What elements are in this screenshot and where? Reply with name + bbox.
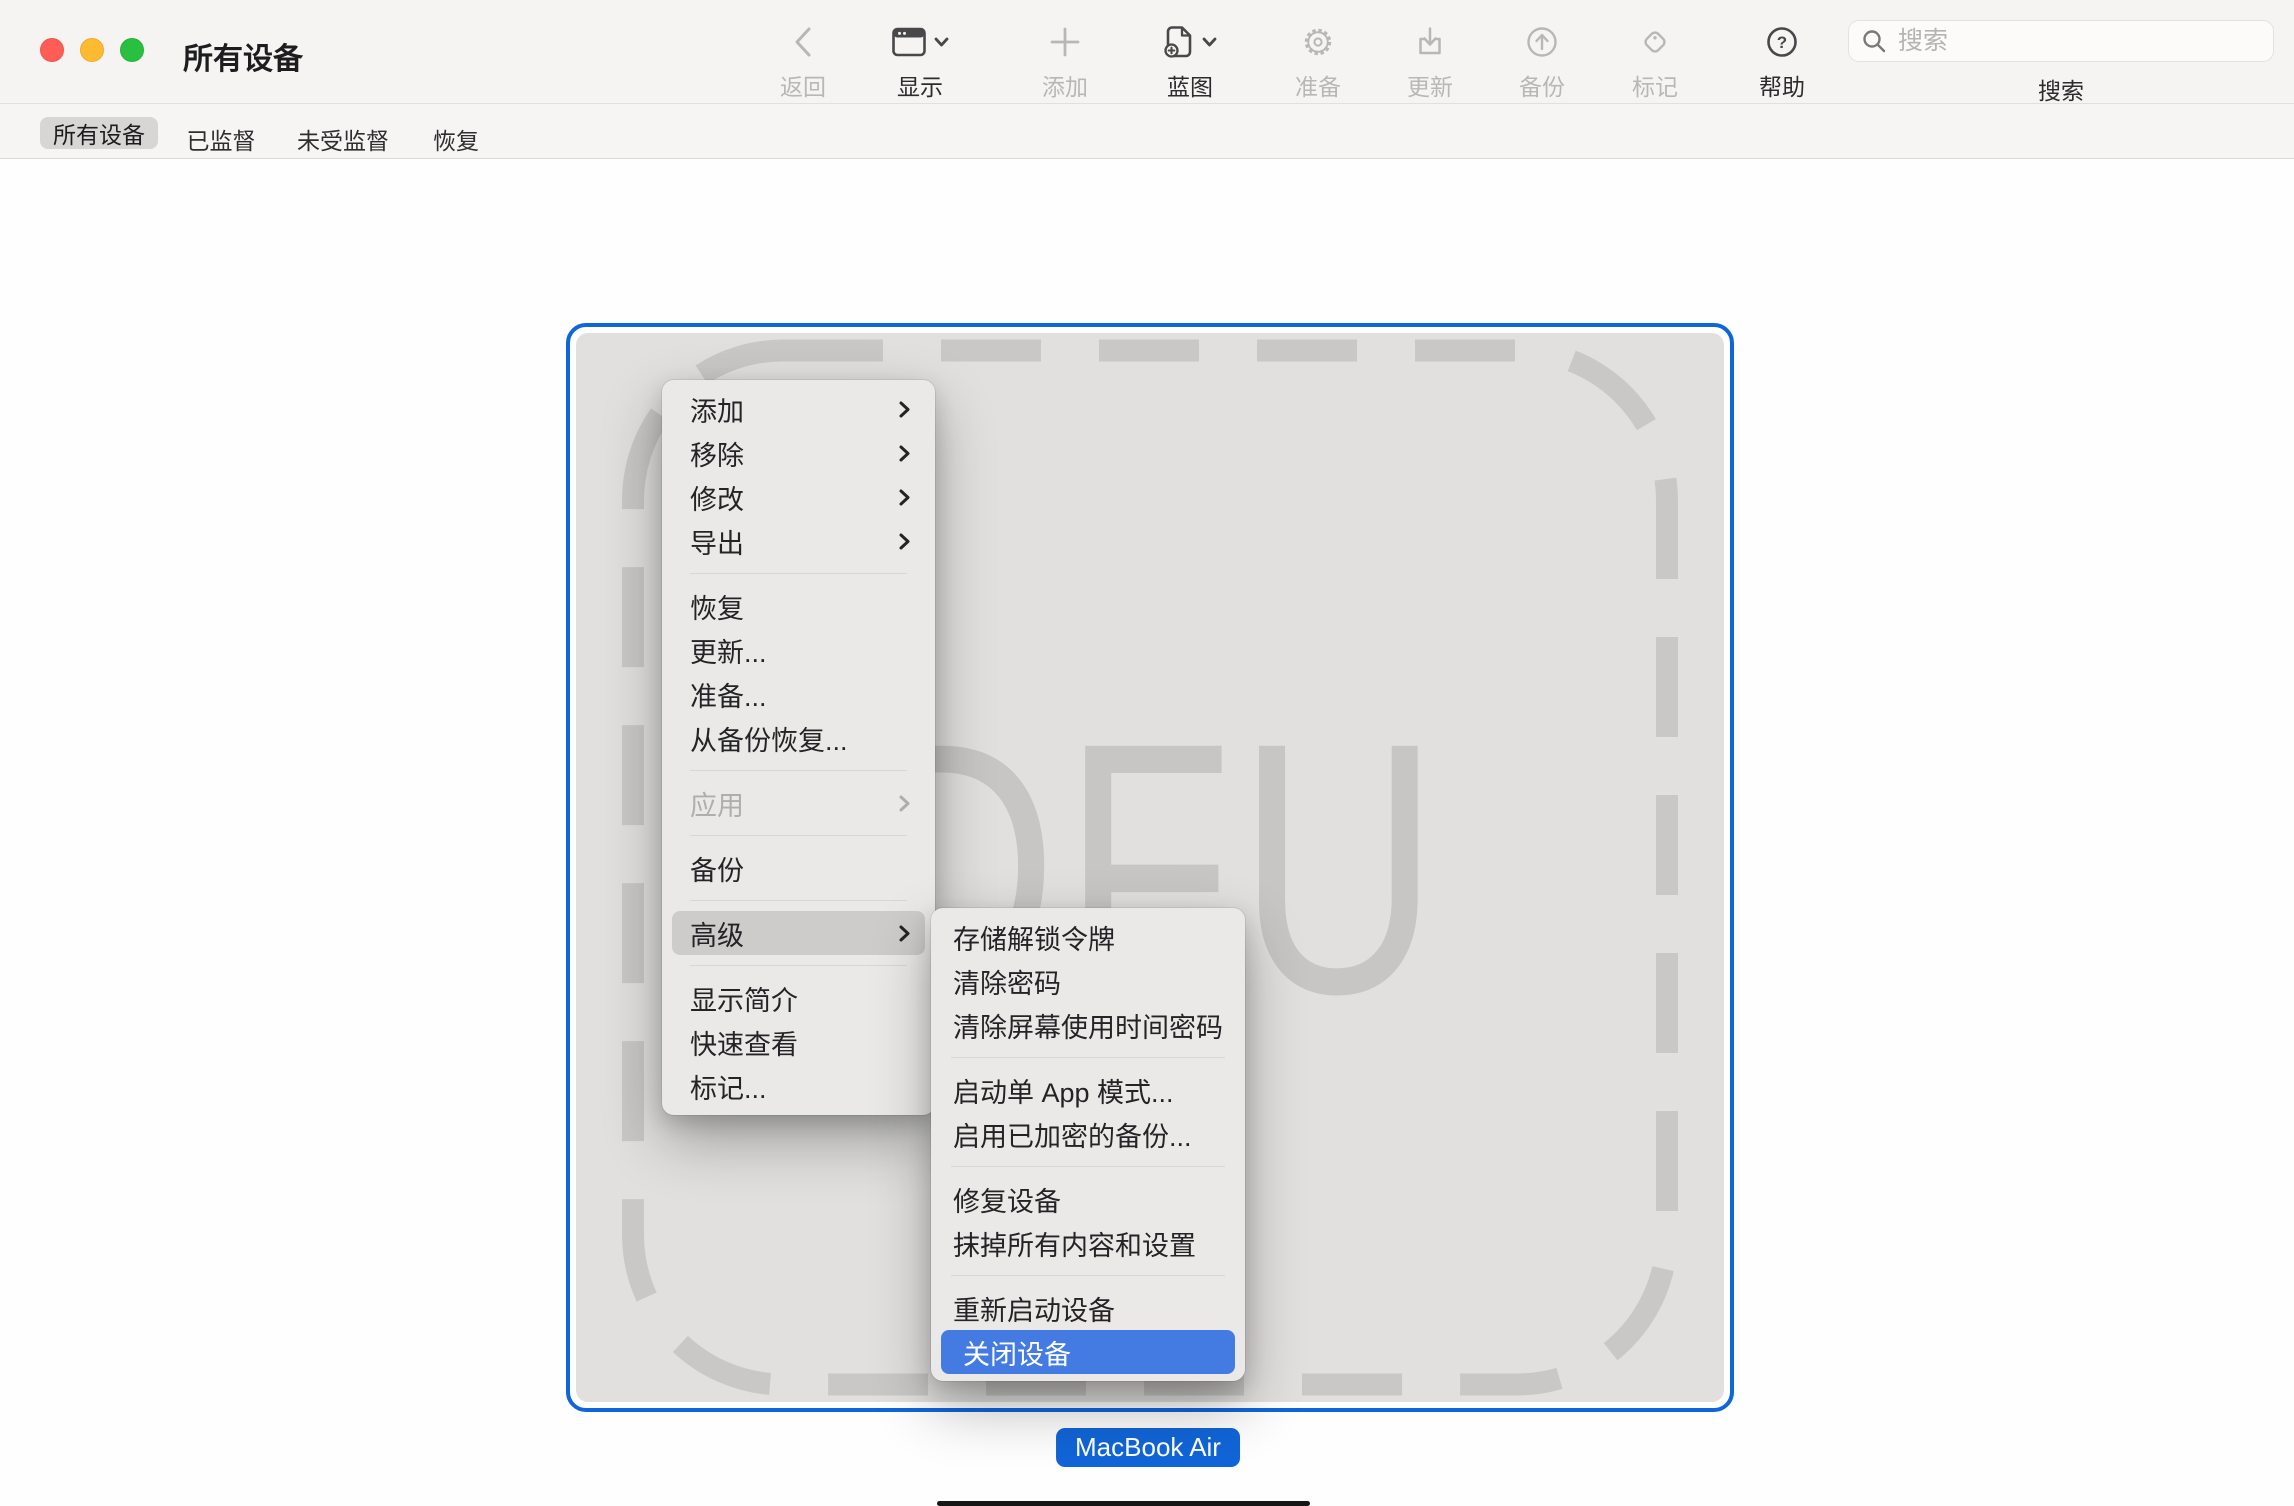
submenu-chevron-icon [898, 488, 911, 507]
menu-item-apps-disabled: 应用 [662, 781, 935, 825]
submenu-chevron-icon [898, 924, 911, 943]
toolbar-prepare-button: 准备 [1253, 18, 1383, 102]
menu-item-update[interactable]: 更新... [662, 628, 935, 672]
submenu-chevron-icon [898, 532, 911, 551]
toolbar-backup-label: 备份 [1519, 68, 1565, 102]
question-circle-icon: ? [1765, 18, 1799, 66]
tab-unsupervised[interactable]: 未受监督 [297, 122, 389, 156]
toolbar-add-button: 添加 [1000, 18, 1130, 102]
circle-up-arrow-icon [1525, 18, 1559, 66]
chevron-left-icon [791, 18, 815, 66]
submenu-item-shut-down-device-highlighted[interactable]: 关闭设备 [941, 1330, 1235, 1374]
submenu-item-revive-device[interactable]: 修复设备 [931, 1177, 1245, 1221]
chevron-down-icon [934, 37, 949, 47]
toolbar-blueprints-button[interactable]: 蓝图 [1125, 18, 1255, 102]
zoom-window-button[interactable] [120, 38, 144, 62]
menu-item-tag[interactable]: 标记... [662, 1064, 935, 1108]
toolbar-backup-button: 备份 [1477, 18, 1607, 102]
menu-item-backup[interactable]: 备份 [662, 846, 935, 890]
search-input[interactable] [1896, 26, 2261, 57]
submenu-chevron-icon [898, 400, 911, 419]
submenu-item-enable-encrypted-backups[interactable]: 启用已加密的备份... [931, 1112, 1245, 1156]
title-bar: 所有设备 返回 显示 添加 [0, 0, 2294, 104]
minimize-window-button[interactable] [80, 38, 104, 62]
document-plus-icon [1164, 24, 1194, 60]
menu-item-add[interactable]: 添加 [662, 387, 935, 431]
submenu-item-restart-device[interactable]: 重新启动设备 [931, 1286, 1245, 1330]
gear-icon [1300, 18, 1336, 66]
device-name-badge[interactable]: MacBook Air [1056, 1428, 1240, 1467]
advanced-submenu: 存储解锁令牌 清除密码 清除屏幕使用时间密码 启动单 App 模式... 启用已… [931, 908, 1245, 1381]
tab-recovery[interactable]: 恢复 [433, 122, 479, 156]
toolbar-search: 搜索 [1848, 20, 2274, 106]
toolbar-view-label: 显示 [897, 68, 943, 102]
dock-indicator-bar [937, 1501, 1310, 1506]
plus-icon [1049, 18, 1081, 66]
menu-item-get-info[interactable]: 显示简介 [662, 976, 935, 1020]
toolbar-update-label: 更新 [1407, 68, 1453, 102]
submenu-item-clear-screen-time-passcode[interactable]: 清除屏幕使用时间密码 [931, 1003, 1245, 1047]
toolbar-prepare-label: 准备 [1295, 68, 1341, 102]
tray-download-icon [1413, 18, 1447, 66]
submenu-chevron-icon [898, 794, 911, 813]
tab-supervised[interactable]: 已监督 [187, 122, 256, 156]
tag-icon [1638, 18, 1672, 66]
window-layout-icon [892, 27, 926, 57]
search-field[interactable] [1848, 20, 2274, 62]
submenu-item-clear-passcode[interactable]: 清除密码 [931, 959, 1245, 1003]
toolbar-tag-button: 标记 [1590, 18, 1720, 102]
menu-separator [690, 965, 907, 966]
search-icon [1861, 28, 1887, 54]
menu-separator [951, 1057, 1225, 1058]
menu-item-restore[interactable]: 恢复 [662, 584, 935, 628]
chevron-down-icon [1202, 37, 1217, 47]
toolbar-help-button[interactable]: ? 帮助 [1717, 18, 1847, 102]
menu-item-quick-look[interactable]: 快速查看 [662, 1020, 935, 1064]
submenu-item-erase-all-content[interactable]: 抹掉所有内容和设置 [931, 1221, 1245, 1265]
menu-separator [690, 573, 907, 574]
menu-item-export[interactable]: 导出 [662, 519, 935, 563]
menu-separator [690, 900, 907, 901]
toolbar-blueprints-label: 蓝图 [1167, 68, 1213, 102]
menu-separator [951, 1275, 1225, 1276]
window-title: 所有设备 [183, 34, 303, 78]
toolbar-back-button: 返回 [738, 18, 868, 102]
menu-item-remove[interactable]: 移除 [662, 431, 935, 475]
menu-separator [951, 1166, 1225, 1167]
toolbar-tag-label: 标记 [1632, 68, 1678, 102]
menu-separator [690, 770, 907, 771]
toolbar-add-label: 添加 [1042, 68, 1088, 102]
menu-item-restore-from-backup[interactable]: 从备份恢复... [662, 716, 935, 760]
submenu-item-start-single-app-mode[interactable]: 启动单 App 模式... [931, 1068, 1245, 1112]
menu-item-prepare[interactable]: 准备... [662, 672, 935, 716]
close-window-button[interactable] [40, 38, 64, 62]
svg-text:?: ? [1777, 33, 1787, 52]
toolbar-search-label: 搜索 [2038, 72, 2084, 106]
toolbar-update-button: 更新 [1365, 18, 1495, 102]
submenu-item-save-unlock-token[interactable]: 存储解锁令牌 [931, 915, 1245, 959]
menu-separator [690, 835, 907, 836]
submenu-chevron-icon [898, 444, 911, 463]
toolbar-back-label: 返回 [780, 68, 826, 102]
filter-tab-bar: 所有设备 已监督 未受监督 恢复 [0, 104, 2294, 159]
toolbar-help-label: 帮助 [1759, 68, 1805, 102]
menu-item-advanced-highlighted[interactable]: 高级 [672, 911, 925, 955]
menu-item-modify[interactable]: 修改 [662, 475, 935, 519]
tab-all-devices[interactable]: 所有设备 [40, 117, 158, 149]
context-menu: 添加 移除 修改 导出 恢复 更新... 准备... 从备份恢复... 应用 备… [662, 380, 935, 1115]
toolbar-view-button[interactable]: 显示 [855, 18, 985, 102]
